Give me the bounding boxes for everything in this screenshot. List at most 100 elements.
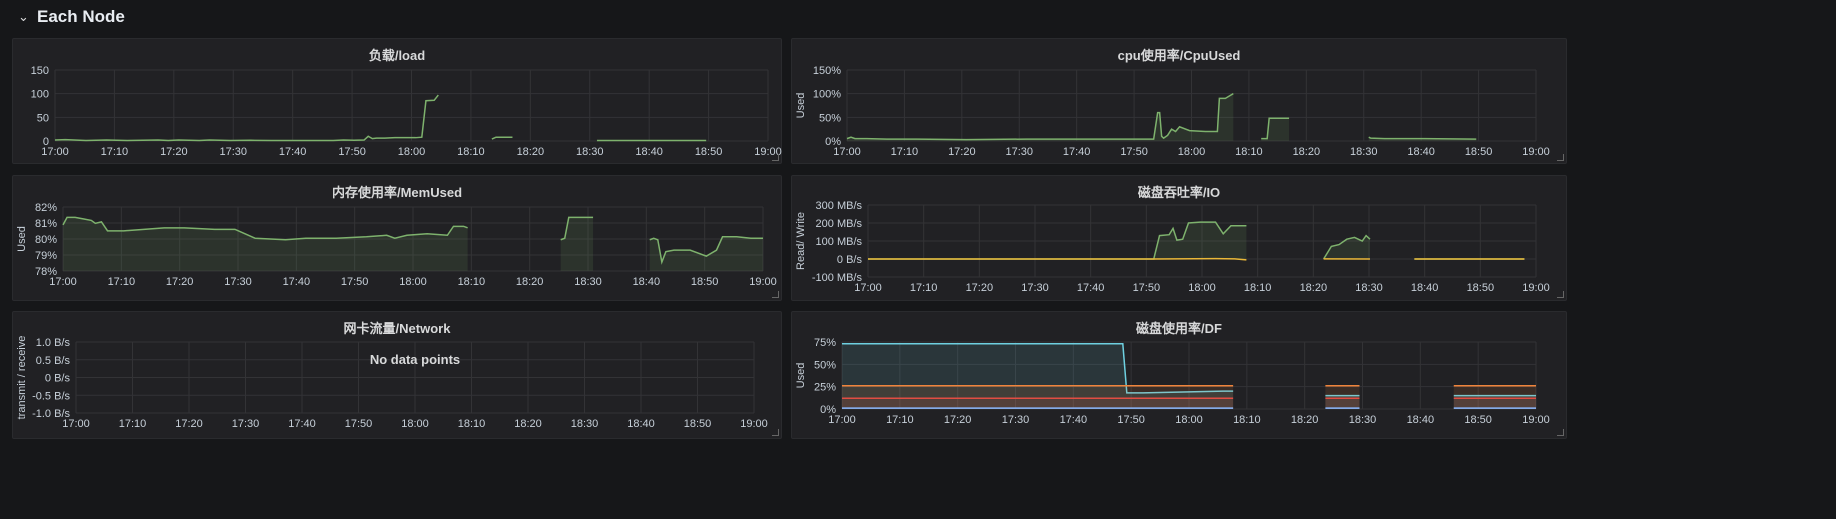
x-tick-label: 18:20 xyxy=(1291,414,1319,426)
x-tick-label: 17:30 xyxy=(1005,146,1033,158)
x-tick-label: 18:00 xyxy=(1188,282,1216,294)
x-tick-label: 18:00 xyxy=(1178,146,1206,158)
x-tick-label: 17:20 xyxy=(175,418,203,430)
resize-handle-icon[interactable] xyxy=(1557,429,1564,436)
series-area-cpu xyxy=(1261,118,1290,141)
x-tick-label: 18:10 xyxy=(458,276,486,288)
x-tick-label: 18:30 xyxy=(576,146,604,158)
x-tick-label: 18:40 xyxy=(627,418,655,430)
x-tick-label: 17:40 xyxy=(1060,414,1088,426)
chart-io: 17:00 17:10 17:20 17:30 17:40 17:50 18:00 18:10… xyxy=(795,200,1550,294)
chart-load: 17:00 17:10 17:20 17:30 17:40 17:50 18:00 18:10… xyxy=(31,65,782,158)
y-tick-label: 79% xyxy=(35,250,57,262)
panel-df[interactable]: 磁盘使用率/DF 17:00 17:10 17:20 17:30 17:40 17:50 18… xyxy=(791,311,1567,439)
x-tick-label: 18:40 xyxy=(633,276,661,288)
x-tick-label: 17:40 xyxy=(1063,146,1091,158)
series-area-mem xyxy=(63,217,468,271)
x-tick-label: 18:00 xyxy=(399,276,427,288)
resize-handle-icon[interactable] xyxy=(1557,291,1564,298)
chart-mem: 17:00 17:10 17:20 17:30 17:40 17:50 18:00 18:10… xyxy=(16,202,777,288)
x-tick-label: 18:10 xyxy=(457,146,485,158)
x-tick-label: 17:20 xyxy=(944,414,972,426)
series-line-load[interactable] xyxy=(491,136,513,140)
y-tick-label: 0 B/s xyxy=(45,373,71,385)
y-axis-label: Used xyxy=(16,226,28,252)
panel-io[interactable]: 磁盘吞吐率/IO 17:00 17:10 17:20 17:30 17:40 17:50 18… xyxy=(791,175,1567,301)
x-tick-label: 17:40 xyxy=(1077,282,1105,294)
x-tick-label: 18:40 xyxy=(635,146,663,158)
y-tick-label: 150 xyxy=(31,65,49,77)
y-tick-label: 80% xyxy=(35,234,57,246)
chart-net: 17:00 17:10 17:20 17:30 17:40 17:50 18:00 18:10… xyxy=(16,336,768,430)
x-tick-label: 17:30 xyxy=(224,276,252,288)
panel-cpu[interactable]: cpu使用率/CpuUsed 17:00 17:10 17:20 17:30 17:40 1… xyxy=(791,38,1567,164)
y-tick-label: -1.0 B/s xyxy=(32,408,70,420)
y-tick-label: 300 MB/s xyxy=(816,200,863,212)
y-tick-label: 75% xyxy=(814,337,836,349)
y-axis-label: Used xyxy=(795,363,807,389)
x-tick-label: 19:00 xyxy=(740,418,768,430)
y-tick-label: 100 xyxy=(31,89,49,101)
y-tick-label: 100% xyxy=(813,89,841,101)
panel-load[interactable]: 负载/load 17:00 17:10 17:20 17:30 17:40 17:50 18:… xyxy=(12,38,782,164)
x-tick-label: 18:50 xyxy=(691,276,719,288)
x-tick-label: 18:20 xyxy=(516,276,544,288)
resize-handle-icon[interactable] xyxy=(772,429,779,436)
x-tick-label: 17:30 xyxy=(219,146,247,158)
x-tick-label: 18:30 xyxy=(1349,414,1377,426)
x-tick-label: 18:20 xyxy=(514,418,542,430)
y-tick-label: 0 xyxy=(43,136,49,148)
y-tick-label: 100 MB/s xyxy=(816,236,863,248)
x-tick-label: 18:10 xyxy=(1244,282,1272,294)
chart-df: 17:00 17:10 17:20 17:30 17:40 17:50 18:00 18:10… xyxy=(795,337,1550,426)
x-tick-label: 17:10 xyxy=(910,282,938,294)
y-tick-label: -0.5 B/s xyxy=(32,390,70,402)
series-area-mem xyxy=(649,236,763,271)
panel-net[interactable]: 网卡流量/Network 17:00 17:10 17:20 17:30 17:40 17:… xyxy=(12,311,782,439)
x-tick-label: 17:20 xyxy=(966,282,994,294)
x-tick-label: 17:40 xyxy=(283,276,311,288)
x-tick-label: 18:50 xyxy=(1467,282,1495,294)
x-tick-label: 17:30 xyxy=(232,418,260,430)
resize-handle-icon[interactable] xyxy=(772,154,779,161)
y-tick-label: 82% xyxy=(35,202,57,214)
x-tick-label: 18:40 xyxy=(1407,146,1435,158)
y-tick-label: 81% xyxy=(35,218,57,230)
x-tick-label: 18:00 xyxy=(401,418,429,430)
y-tick-label: 50% xyxy=(814,359,836,371)
x-tick-label: 18:50 xyxy=(695,146,723,158)
x-tick-label: 18:10 xyxy=(1235,146,1263,158)
x-tick-label: 18:50 xyxy=(1465,146,1493,158)
x-tick-label: 17:10 xyxy=(886,414,914,426)
x-tick-label: 17:50 xyxy=(345,418,373,430)
y-tick-label: 50% xyxy=(819,112,841,124)
series-line-write[interactable] xyxy=(868,257,1247,261)
row-title: Each Node xyxy=(37,7,125,26)
series-line-cpu[interactable] xyxy=(1368,136,1477,140)
y-tick-label: 0% xyxy=(825,136,841,148)
x-tick-label: 19:00 xyxy=(1522,282,1550,294)
x-tick-label: 18:30 xyxy=(1355,282,1383,294)
x-tick-label: 19:00 xyxy=(1522,146,1550,158)
y-tick-label: 78% xyxy=(35,266,57,278)
x-tick-label: 18:00 xyxy=(1175,414,1203,426)
y-tick-label: 150% xyxy=(813,65,841,77)
x-tick-label: 18:40 xyxy=(1407,414,1435,426)
y-tick-label: -100 MB/s xyxy=(812,272,863,284)
x-tick-label: 17:20 xyxy=(160,146,188,158)
y-axis-label: transmit / receive xyxy=(16,336,28,420)
panel-mem[interactable]: 内存使用率/MemUsed 17:00 17:10 17:20 17:30 17:40 17… xyxy=(12,175,782,301)
x-tick-label: 17:40 xyxy=(279,146,307,158)
chevron-down-icon[interactable]: ⌄ xyxy=(18,9,29,25)
y-tick-label: 0% xyxy=(820,404,836,416)
x-tick-label: 17:50 xyxy=(1133,282,1161,294)
y-tick-label: 25% xyxy=(814,382,836,394)
y-tick-label: 50 xyxy=(37,112,49,124)
x-tick-label: 19:00 xyxy=(1522,414,1550,426)
resize-handle-icon[interactable] xyxy=(1557,154,1564,161)
x-tick-label: 18:20 xyxy=(517,146,545,158)
x-tick-label: 18:10 xyxy=(1233,414,1261,426)
x-tick-label: 17:10 xyxy=(108,276,136,288)
row-header[interactable]: ⌄ Each Node xyxy=(0,0,1836,36)
resize-handle-icon[interactable] xyxy=(772,291,779,298)
